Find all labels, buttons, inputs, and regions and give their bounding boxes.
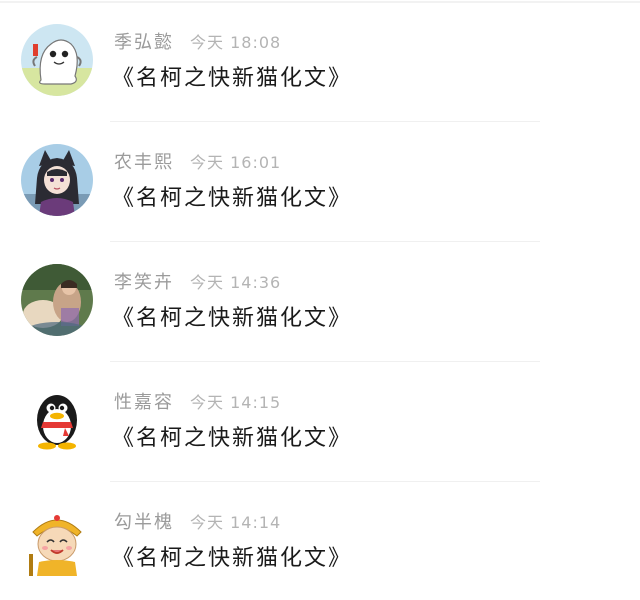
- comment-meta: 农丰熙 今天 16:01: [114, 150, 281, 176]
- comment-time: 今天 18:08: [190, 33, 282, 52]
- comment-meta: 性嘉容 今天 14:15: [114, 390, 281, 416]
- comment-time: 今天 14:14: [190, 513, 282, 532]
- photo-avatar-icon[interactable]: [21, 264, 93, 336]
- comment-item[interactable]: 农丰熙 今天 16:01 《名柯之快新猫化文》: [0, 120, 640, 240]
- comment-time: 今天 14:36: [190, 273, 282, 292]
- anime-catgirl-icon[interactable]: [21, 144, 93, 216]
- comment-meta: 勾半槐 今天 14:14: [114, 510, 281, 536]
- qq-penguin-icon[interactable]: [21, 384, 93, 456]
- comment-content: 《名柯之快新猫化文》: [112, 426, 353, 451]
- comment-content: 《名柯之快新猫化文》: [112, 186, 353, 211]
- comment-item[interactable]: 李笑卉 今天 14:36 《名柯之快新猫化文》: [0, 240, 640, 360]
- comment-content: 《名柯之快新猫化文》: [112, 546, 353, 571]
- comment-content: 《名柯之快新猫化文》: [112, 66, 353, 91]
- ghost-cat-icon[interactable]: [21, 24, 93, 96]
- commenter-name[interactable]: 李笑卉: [114, 272, 174, 293]
- comment-list: 季弘懿 今天 18:08 《名柯之快新猫化文》 农丰熙 今天 16:01 《名柯…: [0, 0, 640, 599]
- commenter-name[interactable]: 农丰熙: [114, 152, 174, 173]
- comment-item[interactable]: 勾半槐 今天 14:14 《名柯之快新猫化文》: [0, 480, 640, 600]
- monkey-king-icon[interactable]: [21, 504, 93, 576]
- comment-content: 《名柯之快新猫化文》: [112, 306, 353, 331]
- commenter-name[interactable]: 季弘懿: [114, 32, 174, 53]
- commenter-name[interactable]: 勾半槐: [114, 512, 174, 533]
- commenter-name[interactable]: 性嘉容: [114, 392, 174, 413]
- comment-meta: 季弘懿 今天 18:08: [114, 30, 281, 56]
- comment-meta: 李笑卉 今天 14:36: [114, 270, 281, 296]
- comment-time: 今天 16:01: [190, 153, 282, 172]
- comment-item[interactable]: 季弘懿 今天 18:08 《名柯之快新猫化文》: [0, 0, 640, 120]
- comment-time: 今天 14:15: [190, 393, 282, 412]
- comment-item[interactable]: 性嘉容 今天 14:15 《名柯之快新猫化文》: [0, 360, 640, 480]
